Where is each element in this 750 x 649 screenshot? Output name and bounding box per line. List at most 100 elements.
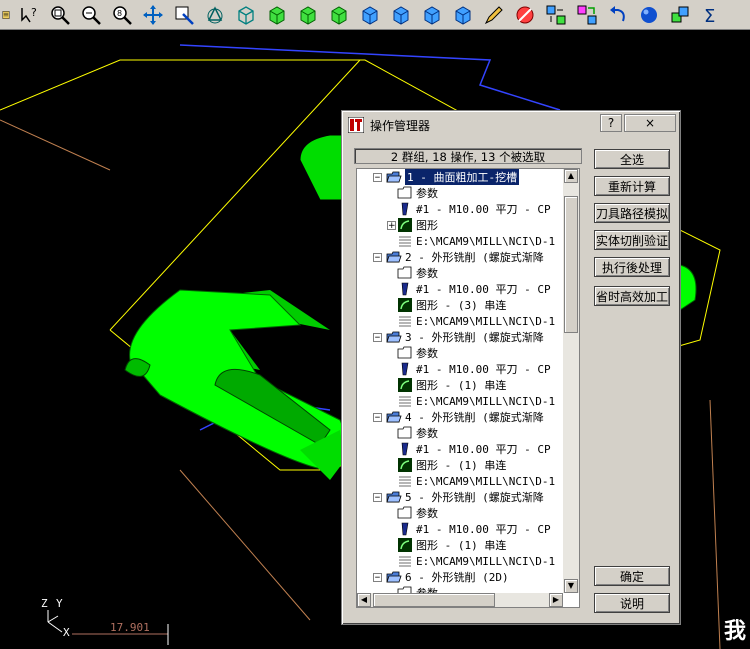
parameters-folder-icon [397, 346, 412, 359]
tree-item-geometry[interactable]: 图形 - (3) 串连 [397, 297, 506, 313]
post-button[interactable]: 执行後处理 [594, 257, 670, 277]
tree-item-label: 参数 [416, 507, 438, 520]
scroll-right-button[interactable]: ▶ [549, 593, 563, 607]
dialog-titlebar[interactable]: 操作管理器 ? × [345, 114, 677, 136]
high-feed-button[interactable]: 省时高效加工 [594, 286, 670, 306]
tree-item-label: 1 - 曲面粗加工-挖槽 [405, 169, 520, 185]
tree-item-tool[interactable]: #1 - M10.00 平刀 - CP [397, 521, 551, 537]
collapse-toggle[interactable]: − [373, 252, 382, 262]
toolbar-button-sigma[interactable]: Σ [696, 2, 725, 28]
svg-text:?: ? [31, 6, 37, 19]
toolbar-button-sphere[interactable] [634, 2, 663, 28]
tree-vertical-scrollbar[interactable]: ▲ ▼ [563, 169, 579, 593]
tree-item-geometry[interactable]: 图形 [397, 217, 438, 233]
hscroll-thumb[interactable] [373, 593, 495, 607]
tree-item-nci-file[interactable]: E:\MCAM9\MILL\NCI\D-1 [397, 313, 555, 329]
dialog-help-button[interactable]: 说明 [594, 593, 670, 613]
toolbar-button-fit[interactable] [169, 2, 198, 28]
collapse-toggle[interactable]: − [373, 572, 382, 582]
tree-item-tool[interactable]: #1 - M10.00 平刀 - CP [397, 441, 551, 457]
tree-item-label: 图形 - (1) 串连 [416, 379, 507, 392]
collapse-toggle[interactable]: − [373, 412, 382, 422]
scroll-thumb[interactable] [564, 196, 578, 333]
tool-icon [401, 282, 409, 296]
tree-item-operation[interactable]: − 5 - 外形铣削 (螺旋式渐降 [373, 489, 544, 505]
collapse-toggle[interactable]: − [373, 492, 382, 502]
toolbar-button-cube-green[interactable] [324, 2, 353, 28]
toolbar-button-split-view[interactable] [541, 2, 570, 28]
toolbar-button-pan[interactable] [138, 2, 167, 28]
tree-item-label: E:\MCAM9\MILL\NCI\D-1 [416, 314, 556, 328]
tree-item-parameters[interactable]: 参数 [397, 345, 438, 361]
fit-icon [175, 6, 194, 25]
toolbar-button-help-arrow[interactable]: ? [14, 2, 43, 28]
select-all-button[interactable]: 全选 [594, 149, 670, 169]
collapse-toggle[interactable]: − [373, 172, 382, 182]
tree-item-operation[interactable]: − 2 - 外形铣削 (螺旋式渐降 [373, 249, 544, 265]
help-button[interactable]: ? [600, 114, 622, 132]
expand-toggle[interactable]: + [387, 221, 396, 231]
toolbar-button-cube-wire[interactable] [231, 2, 260, 28]
zoom-out-icon [81, 5, 101, 25]
tree-item-nci-file[interactable]: E:\MCAM9\MILL\NCI\D-1 [397, 393, 555, 409]
scroll-up-button[interactable]: ▲ [564, 169, 578, 183]
tree-item-parameters[interactable]: 参数 [397, 425, 438, 441]
geometry-icon [398, 458, 412, 472]
scroll-left-button[interactable]: ◀ [357, 593, 371, 607]
tree-item-geometry[interactable]: 图形 - (1) 串连 [397, 377, 506, 393]
help-arrow-icon: ? [20, 6, 37, 22]
toolbar-button-zoom-window[interactable] [45, 2, 74, 28]
toolbar-button-undo[interactable] [603, 2, 632, 28]
toolbar-button-cube-green[interactable] [293, 2, 322, 28]
tree-item-label: 参数 [416, 187, 438, 200]
operation-folder-icon [386, 571, 402, 583]
tree-item-tool[interactable]: #1 - M10.00 平刀 - CP [397, 281, 551, 297]
tree-item-parameters[interactable]: 参数 [397, 265, 438, 281]
nci-file-icon [399, 476, 411, 487]
tree-horizontal-scrollbar[interactable]: ◀ ▶ [357, 593, 563, 607]
operations-tree[interactable]: − 1 - 曲面粗加工-挖槽 参数 #1 - M10.00 平刀 - CP 图形 E:\M… [356, 168, 580, 608]
toolbar-button-layout[interactable] [572, 2, 601, 28]
toolbar-button-cube-blue[interactable] [448, 2, 477, 28]
tree-item-parameters[interactable]: 参数 [397, 505, 438, 521]
collapse-toggle[interactable]: − [373, 332, 382, 342]
toolbar-button-snap[interactable] [665, 2, 694, 28]
toolbar-button-pencil[interactable] [479, 2, 508, 28]
toolbar-button-zoom-8[interactable]: 8 [107, 2, 136, 28]
svg-text:8: 8 [117, 9, 122, 18]
tree-item-geometry[interactable]: 图形 - (1) 串连 [397, 457, 506, 473]
scroll-down-button[interactable]: ▼ [564, 579, 578, 593]
tree-item-parameters[interactable]: 参数 [397, 185, 438, 201]
tree-item-geometry[interactable]: 图形 - (1) 串连 [397, 537, 506, 553]
rotate-icon [207, 5, 222, 23]
toolbar-button-cube-blue[interactable] [355, 2, 384, 28]
toolbar-button-no-entry[interactable] [510, 2, 539, 28]
toolbar-button-cube-blue[interactable] [386, 2, 415, 28]
tree-item-tool[interactable]: #1 - M10.00 平刀 - CP [397, 201, 551, 217]
ok-button[interactable]: 确定 [594, 566, 670, 586]
tree-item-tool[interactable]: #1 - M10.00 平刀 - CP [397, 361, 551, 377]
nci-file-icon [399, 396, 411, 407]
toolbar-button-zoom-out[interactable] [76, 2, 105, 28]
backplot-button[interactable]: 刀具路径模拟 [594, 203, 670, 223]
tree-item-label: #1 - M10.00 平刀 - CP [416, 443, 551, 456]
close-button[interactable]: × [624, 114, 676, 132]
toolbar-button-cube-blue[interactable] [417, 2, 446, 28]
tree-item-operation[interactable]: − 6 - 外形铣削 (2D) [373, 569, 509, 585]
tree-item-operation[interactable]: − 1 - 曲面粗加工-挖槽 [373, 169, 520, 185]
toolbar-button-rotate[interactable] [200, 2, 229, 28]
toolbar-button-cube-green[interactable] [262, 2, 291, 28]
layout-icon [577, 5, 596, 24]
toolbar-button-layer[interactable] [0, 2, 12, 28]
parameters-folder-icon [397, 506, 412, 519]
verify-button[interactable]: 实体切削验证 [594, 230, 670, 250]
tree-item-operation[interactable]: − 3 - 外形铣削 (螺旋式渐降 [373, 329, 544, 345]
tree-item-nci-file[interactable]: E:\MCAM9\MILL\NCI\D-1 [397, 473, 555, 489]
tree-item-nci-file[interactable]: E:\MCAM9\MILL\NCI\D-1 [397, 553, 555, 569]
main-toolbar: ? 8 Σ [0, 0, 750, 30]
sigma-icon: Σ [704, 6, 715, 26]
regenerate-button[interactable]: 重新计算 [594, 176, 670, 196]
tree-item-nci-file[interactable]: E:\MCAM9\MILL\NCI\D-1 [397, 233, 555, 249]
tree-item-operation[interactable]: − 4 - 外形铣削 (螺旋式渐降 [373, 409, 544, 425]
cube-blue-icon [393, 5, 408, 25]
